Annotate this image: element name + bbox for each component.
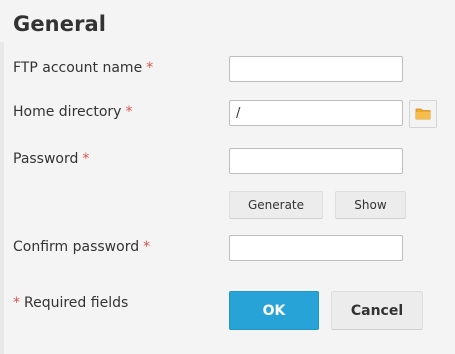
- generate-password-button[interactable]: Generate: [229, 191, 323, 219]
- required-asterisk: *: [13, 295, 20, 311]
- folder-icon: [415, 105, 431, 124]
- required-asterisk: *: [125, 104, 133, 120]
- password-label-text: Password: [13, 151, 79, 167]
- confirm-password-label-text: Confirm password: [13, 239, 140, 255]
- show-password-button[interactable]: Show: [335, 191, 406, 219]
- ftp-account-name-label: FTP account name *: [13, 60, 153, 76]
- confirm-password-label: Confirm password *: [13, 239, 150, 255]
- home-directory-label: Home directory *: [13, 104, 132, 120]
- required-fields-text: Required fields: [24, 295, 129, 311]
- required-fields-note: * Required fields: [13, 295, 128, 311]
- confirm-password-input[interactable]: [229, 235, 403, 261]
- ftp-account-name-label-text: FTP account name: [13, 60, 143, 76]
- general-settings-panel: General FTP account name * Home directory…: [0, 0, 455, 354]
- home-directory-input[interactable]: [229, 100, 403, 126]
- section-title: General: [13, 12, 107, 36]
- required-asterisk: *: [146, 60, 154, 76]
- ok-button[interactable]: OK: [229, 291, 319, 330]
- panel-left-edge: [0, 42, 4, 354]
- required-asterisk: *: [82, 151, 90, 167]
- password-input[interactable]: [229, 148, 403, 174]
- browse-folder-button[interactable]: [409, 100, 437, 128]
- cancel-button[interactable]: Cancel: [331, 291, 423, 330]
- required-asterisk: *: [143, 239, 151, 255]
- home-directory-label-text: Home directory: [13, 104, 122, 120]
- password-label: Password *: [13, 151, 89, 167]
- ftp-account-name-input[interactable]: [229, 56, 403, 82]
